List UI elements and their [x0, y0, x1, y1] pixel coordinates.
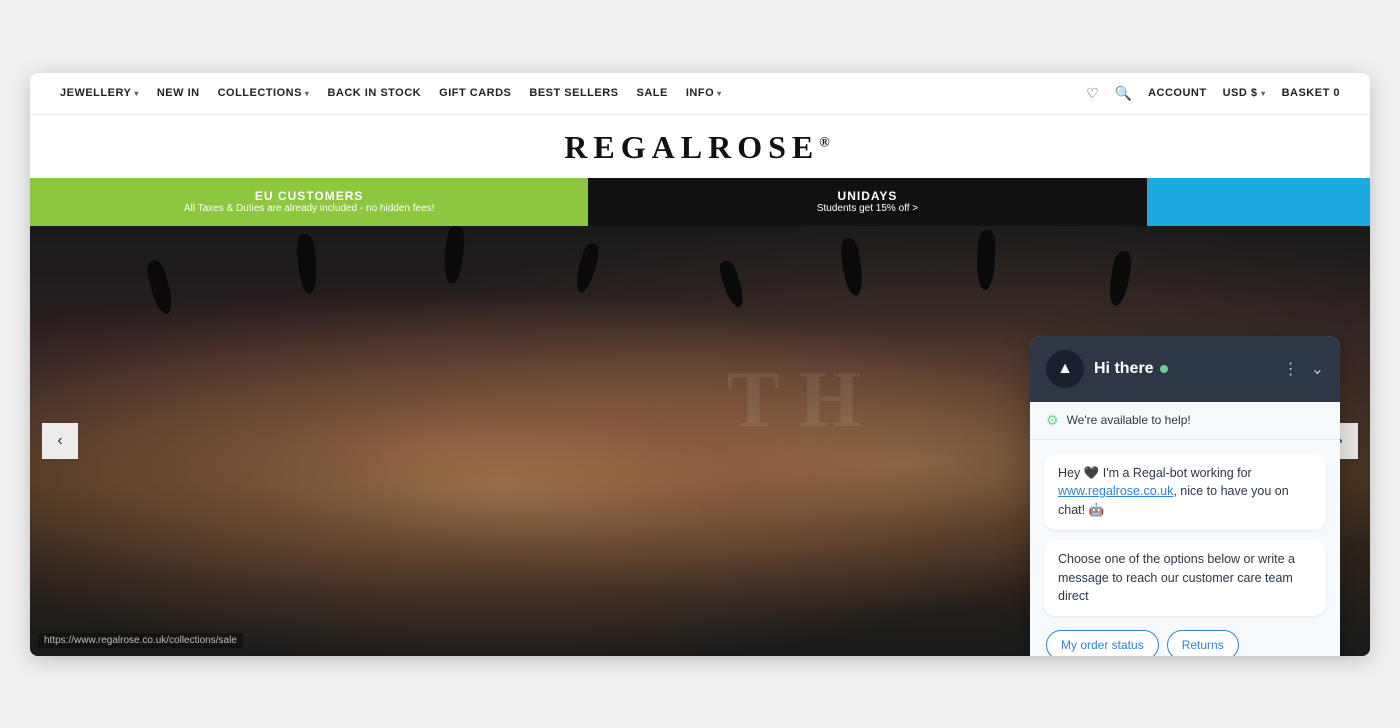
currency-chevron-icon: ▾ [1261, 89, 1266, 98]
nav-right: ♡ 🔍 ACCOUNT USD $ ▾ BASKET 0 [1086, 85, 1340, 102]
chat-header-left: ▲ Hi there [1046, 350, 1168, 388]
unidays-banner-title: UNIDAYS [838, 189, 898, 203]
info-chevron-icon: ▾ [717, 89, 722, 98]
chat-widget: ▲ Hi there ⋮ ⌄ ⚙ We're avai [1030, 336, 1340, 656]
chat-header: ▲ Hi there ⋮ ⌄ [1030, 336, 1340, 402]
chat-avatar: ▲ [1046, 350, 1084, 388]
currency-selector[interactable]: USD $ ▾ [1223, 87, 1266, 99]
nav-gift-cards[interactable]: GIFT CARDS [439, 87, 511, 99]
top-navigation: JEWELLERY ▾ NEW IN COLLECTIONS ▾ BACK IN… [30, 73, 1370, 115]
site-logo[interactable]: REGALROSE® [564, 129, 835, 166]
basket-link[interactable]: BASKET 0 [1282, 87, 1340, 99]
online-status-indicator [1160, 365, 1168, 373]
nav-best-sellers[interactable]: BEST SELLERS [529, 87, 618, 99]
chat-title-area: Hi there [1094, 360, 1168, 378]
search-icon[interactable]: 🔍 [1115, 85, 1132, 102]
third-banner [1147, 178, 1370, 226]
chat-available-bar: ⚙ We're available to help! [1030, 402, 1340, 440]
hero-background-text: T H [727, 355, 861, 446]
unidays-banner[interactable]: UNIDAYS Students get 15% off > [588, 178, 1146, 226]
nav-new-in[interactable]: NEW IN [157, 87, 200, 99]
chat-quick-replies: My order status Returns [1044, 630, 1326, 656]
logo-bar: REGALROSE® [30, 115, 1370, 178]
banner-strip: EU CUSTOMERS All Taxes & Duties are alre… [30, 178, 1370, 226]
jewellery-chevron-icon: ▾ [134, 89, 139, 98]
chat-message-2: Choose one of the options below or write… [1044, 540, 1326, 616]
chat-message-1: Hey 🖤 I'm a Regal-bot working for www.re… [1044, 454, 1326, 530]
nav-left: JEWELLERY ▾ NEW IN COLLECTIONS ▾ BACK IN… [60, 87, 722, 99]
account-link[interactable]: ACCOUNT [1148, 87, 1207, 99]
unidays-banner-subtitle: Students get 15% off > [817, 203, 918, 214]
registered-trademark: ® [819, 135, 835, 150]
collections-chevron-icon: ▾ [305, 89, 310, 98]
nav-sale[interactable]: SALE [637, 87, 668, 99]
browser-frame: JEWELLERY ▾ NEW IN COLLECTIONS ▾ BACK IN… [30, 73, 1370, 656]
url-bar: https://www.regalrose.co.uk/collections/… [38, 633, 243, 648]
chat-title: Hi there [1094, 360, 1168, 378]
nav-back-in-stock[interactable]: BACK IN STOCK [327, 87, 421, 99]
nav-info[interactable]: INFO ▾ [686, 87, 722, 99]
chat-link[interactable]: www.regalrose.co.uk [1058, 484, 1173, 498]
carousel-prev-button[interactable]: ‹ [42, 423, 78, 459]
order-status-button[interactable]: My order status [1046, 630, 1159, 656]
chat-header-right: ⋮ ⌄ [1283, 359, 1324, 379]
chat-body: Hey 🖤 I'm a Regal-bot working for www.re… [1030, 440, 1340, 656]
nav-collections[interactable]: COLLECTIONS ▾ [218, 87, 310, 99]
returns-button[interactable]: Returns [1167, 630, 1239, 656]
eu-customers-banner[interactable]: EU CUSTOMERS All Taxes & Duties are alre… [30, 178, 588, 226]
chat-more-options-icon[interactable]: ⋮ [1283, 359, 1299, 379]
eu-banner-title: EU CUSTOMERS [255, 189, 363, 203]
nav-jewellery[interactable]: JEWELLERY ▾ [60, 87, 139, 99]
chat-minimize-icon[interactable]: ⌄ [1311, 359, 1324, 379]
hero-section: T H 𝔘 ‹ › https://www.regalrose.co.uk/co… [30, 226, 1370, 656]
available-status-icon: ⚙ [1046, 412, 1059, 429]
available-text: We're available to help! [1067, 413, 1191, 427]
eu-banner-subtitle: All Taxes & Duties are already included … [184, 203, 435, 214]
wishlist-icon[interactable]: ♡ [1086, 85, 1099, 102]
